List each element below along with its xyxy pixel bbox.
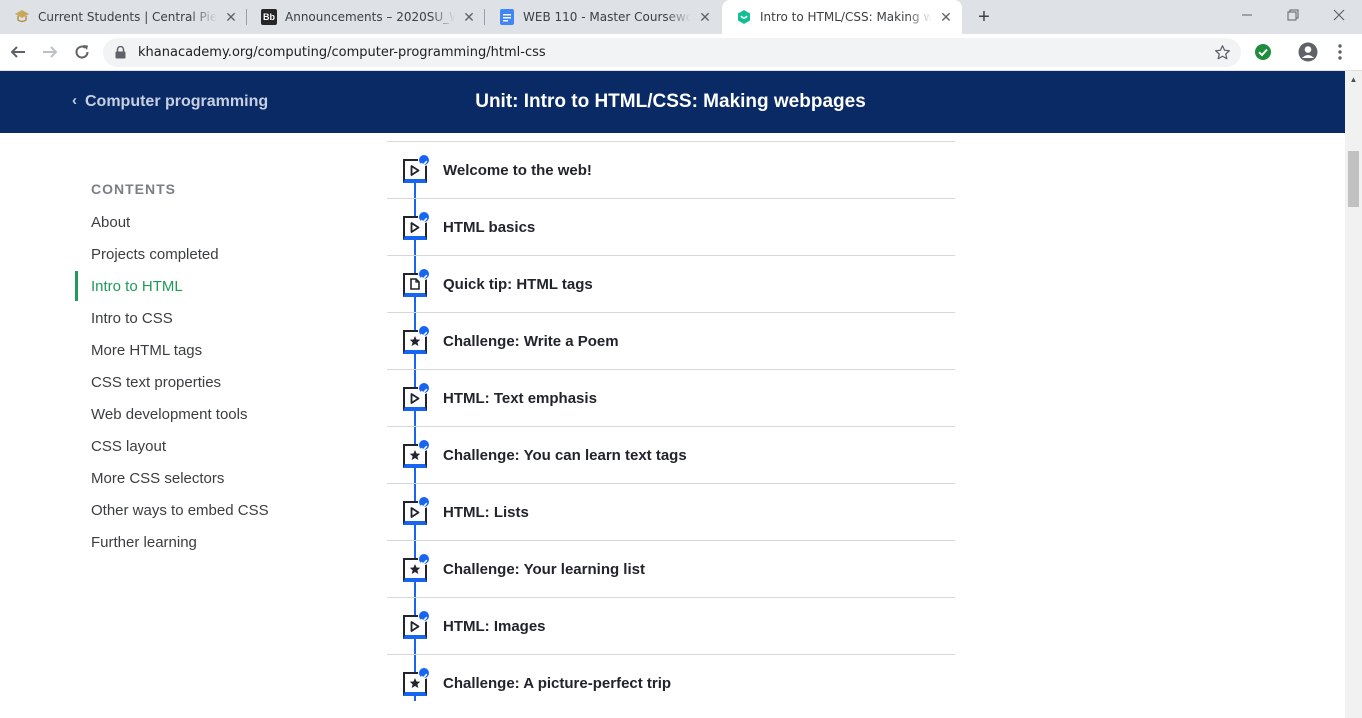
lesson-row[interactable]: Challenge: A picture-perfect trip bbox=[387, 655, 955, 712]
close-tab-icon[interactable]: ✕ bbox=[461, 9, 477, 25]
lesson-row[interactable]: Welcome to the web! bbox=[387, 142, 955, 199]
lesson-row[interactable]: HTML: Images bbox=[387, 598, 955, 655]
lesson-row[interactable]: HTML: Text emphasis bbox=[387, 370, 955, 427]
tab-title: Announcements – 2020SU_WEB110 bbox=[285, 10, 455, 24]
lesson-title: HTML basics bbox=[443, 219, 536, 236]
lesson-title: HTML: Lists bbox=[443, 504, 529, 521]
tab-title: Current Students | Central Piedmont bbox=[38, 10, 217, 24]
url-text: khanacademy.org/computing/computer-progr… bbox=[138, 45, 546, 60]
toc-item[interactable]: Other ways to embed CSS bbox=[75, 495, 335, 525]
tab-title: WEB 110 - Master Coursework Document bbox=[523, 10, 691, 24]
new-tab-button[interactable]: + bbox=[973, 6, 995, 28]
google-docs-icon bbox=[499, 9, 515, 25]
tab-title: Intro to HTML/CSS: Making webpages bbox=[760, 10, 932, 24]
lesson-title: Welcome to the web! bbox=[443, 162, 592, 179]
minimize-button[interactable] bbox=[1224, 0, 1270, 30]
lesson-row[interactable]: Quick tip: HTML tags bbox=[387, 256, 955, 313]
browser-tab-active[interactable]: Intro to HTML/CSS: Making webpages ✕ bbox=[722, 0, 962, 34]
toc-item[interactable]: Web development tools bbox=[75, 399, 335, 429]
lesson-row[interactable]: Challenge: Your learning list bbox=[387, 541, 955, 598]
scroll-up-arrow-icon[interactable]: ▲ bbox=[1345, 71, 1362, 88]
blackboard-icon: Bb bbox=[261, 9, 277, 25]
check-badge-icon bbox=[418, 496, 430, 509]
reload-icon[interactable] bbox=[68, 38, 96, 66]
check-badge-icon bbox=[418, 211, 430, 224]
check-badge-icon bbox=[418, 553, 430, 566]
browser-toolbar: khanacademy.org/computing/computer-progr… bbox=[0, 34, 1362, 71]
extension-check-icon[interactable] bbox=[1249, 38, 1277, 66]
toc-item[interactable]: CSS text properties bbox=[75, 367, 335, 397]
check-badge-icon bbox=[418, 154, 430, 167]
page-title: Unit: Intro to HTML/CSS: Making webpages bbox=[0, 71, 1345, 133]
lesson-title: Challenge: You can learn text tags bbox=[443, 447, 687, 464]
lesson-title: Challenge: A picture-perfect trip bbox=[443, 675, 672, 692]
toc-item[interactable]: Projects completed bbox=[75, 239, 335, 269]
toc-item[interactable]: Intro to CSS bbox=[75, 303, 335, 333]
lesson-title: Quick tip: HTML tags bbox=[443, 276, 593, 293]
check-badge-icon bbox=[418, 610, 430, 623]
lesson-title: HTML: Images bbox=[443, 618, 546, 635]
cpcc-icon bbox=[14, 9, 30, 25]
lesson-title: HTML: Text emphasis bbox=[443, 390, 597, 407]
toc-item[interactable]: More HTML tags bbox=[75, 335, 335, 365]
restore-button[interactable] bbox=[1270, 0, 1316, 30]
lock-icon bbox=[115, 45, 126, 64]
browser-tab[interactable]: WEB 110 - Master Coursework Document ✕ bbox=[485, 0, 721, 34]
profile-avatar-icon[interactable] bbox=[1294, 38, 1322, 66]
kebab-menu-icon[interactable] bbox=[1326, 38, 1354, 66]
khan-academy-icon bbox=[736, 9, 752, 25]
check-badge-icon bbox=[418, 439, 430, 452]
check-badge-icon bbox=[418, 325, 430, 338]
forward-arrow-icon[interactable] bbox=[36, 38, 64, 66]
toc-item[interactable]: CSS layout bbox=[75, 431, 335, 461]
lesson-row[interactable]: Challenge: Write a Poem bbox=[387, 313, 955, 370]
toc-item[interactable]: More CSS selectors bbox=[75, 463, 335, 493]
browser-tab[interactable]: Bb Announcements – 2020SU_WEB110 ✕ bbox=[247, 0, 485, 34]
back-arrow-icon[interactable] bbox=[4, 38, 32, 66]
toc-item[interactable]: About bbox=[75, 207, 335, 237]
unit-title-text: Unit: Intro to HTML/CSS: Making webpages bbox=[475, 91, 866, 112]
check-badge-icon bbox=[418, 382, 430, 395]
toc-item-active[interactable]: Intro to HTML bbox=[75, 271, 335, 301]
address-bar[interactable]: khanacademy.org/computing/computer-progr… bbox=[103, 38, 1241, 67]
lesson-title: Challenge: Your learning list bbox=[443, 561, 645, 578]
lesson-row[interactable]: Challenge: You can learn text tags bbox=[387, 427, 955, 484]
lesson-row[interactable]: HTML basics bbox=[387, 199, 955, 256]
unit-header: ‹ Computer programming Unit: Intro to HT… bbox=[0, 71, 1345, 133]
bookmark-star-icon[interactable] bbox=[1214, 44, 1231, 66]
page-scrollbar[interactable]: ▲ bbox=[1345, 71, 1362, 718]
scrollbar-thumb[interactable] bbox=[1348, 151, 1359, 207]
close-tab-icon[interactable]: ✕ bbox=[697, 9, 713, 25]
check-badge-icon bbox=[418, 268, 430, 281]
toc-item[interactable]: Further learning bbox=[75, 527, 335, 557]
close-tab-icon[interactable]: ✕ bbox=[223, 9, 239, 25]
browser-tab[interactable]: Current Students | Central Piedmont ✕ bbox=[0, 0, 247, 34]
browser-tab-strip: Current Students | Central Piedmont ✕ Bb… bbox=[0, 0, 1362, 34]
close-tab-icon[interactable]: ✕ bbox=[938, 9, 954, 25]
contents-heading: CONTENTS bbox=[91, 181, 176, 197]
check-badge-icon bbox=[418, 667, 430, 680]
lesson-row[interactable]: HTML: Lists bbox=[387, 484, 955, 541]
lesson-title: Challenge: Write a Poem bbox=[443, 333, 619, 350]
close-window-button[interactable] bbox=[1316, 0, 1362, 30]
